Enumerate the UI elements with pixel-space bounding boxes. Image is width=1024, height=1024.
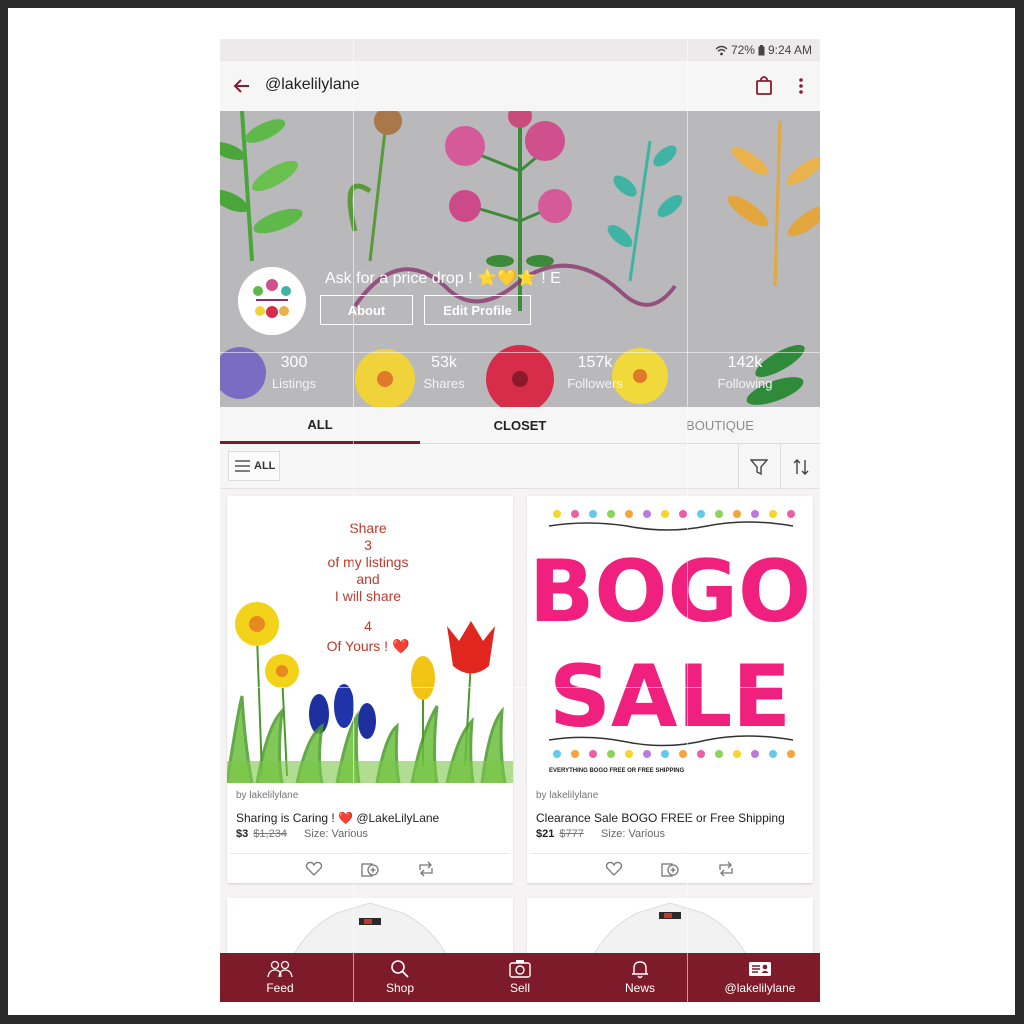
stat-label: Shares (423, 376, 465, 391)
shopping-bag-icon[interactable] (755, 75, 773, 95)
image-text-line: 4 (364, 618, 372, 634)
image-text-line: and (356, 571, 379, 587)
avatar-floral-logo (238, 267, 306, 335)
filter-icon (749, 458, 768, 475)
nav-news[interactable]: News (580, 953, 700, 1002)
stat-listings[interactable]: 300 Listings (234, 354, 354, 391)
overlay-grid-line (687, 39, 688, 1002)
nav-profile[interactable]: @lakelilylane (700, 953, 820, 1002)
back-arrow-icon[interactable] (232, 76, 252, 96)
clock: 9:24 AM (767, 43, 812, 57)
image-text-line: of my listings (328, 554, 409, 570)
stat-following[interactable]: 142k Following (685, 354, 805, 391)
stat-value: 142k (727, 354, 763, 371)
nav-label: News (624, 981, 655, 995)
listing-actions (530, 853, 810, 883)
bundle-icon[interactable] (661, 860, 679, 878)
closet-tabs: ALL CLOSET BOUTIQUE (220, 407, 820, 444)
sale-text: SALE (549, 647, 791, 747)
stat-value: 157k (577, 354, 613, 371)
image-text-line: Share (349, 520, 387, 536)
listing-size: Size: Various (304, 828, 369, 840)
image-text-line: Of Yours ! ❤️ (327, 638, 410, 654)
listing-actions (230, 853, 510, 883)
search-icon (391, 960, 409, 978)
menu-icon (235, 460, 250, 472)
profile-tagline: Ask for a price drop ! ⭐💛⭐ ! E (325, 270, 561, 287)
listing-price: $3 (236, 828, 249, 840)
profile-avatar[interactable] (238, 267, 306, 335)
image-text-line: I will share (335, 588, 401, 604)
bogo-text: BOGO (529, 542, 811, 642)
about-button[interactable]: About (320, 295, 413, 325)
nav-shop[interactable]: Shop (340, 953, 460, 1002)
tab-boutique[interactable]: BOUTIQUE (620, 407, 820, 444)
overlay-grid-line (220, 352, 820, 353)
stat-label: Followers (567, 376, 623, 391)
listing-original-price: $1,234 (253, 828, 287, 840)
listing-title[interactable]: Clearance Sale BOGO FREE or Free Shippin… (536, 811, 785, 825)
share-flowers-graphic: Share 3 of my listings and I will share … (227, 496, 513, 783)
listing-price-row: $21 $777 Size: Various (536, 828, 665, 840)
wifi-icon (715, 45, 728, 55)
feed-icon (267, 960, 293, 978)
app-bar: @lakelilylane (220, 61, 820, 111)
filter-button[interactable] (738, 444, 778, 489)
stat-label: Following (717, 376, 773, 391)
stat-label: Listings (271, 376, 317, 391)
overlay-grid-line (220, 687, 820, 688)
listing-original-price: $777 (559, 828, 584, 840)
bogo-sale-graphic: BOGO SALE EVERYTHING BOGO FREE OR FREE S… (527, 496, 813, 783)
bell-icon (632, 961, 648, 979)
battery-percent: 72% (730, 43, 755, 57)
overlay-grid-line (353, 39, 354, 1002)
listing-seller[interactable]: by lakelilylane (236, 790, 298, 801)
nav-feed[interactable]: Feed (220, 953, 340, 1002)
bogo-fineprint: EVERYTHING BOGO FREE OR FREE SHIPPING (549, 768, 684, 774)
nav-label: Shop (385, 981, 415, 995)
share-icon[interactable] (417, 860, 435, 878)
listing-image[interactable]: BOGO SALE EVERYTHING BOGO FREE OR FREE S… (527, 496, 813, 783)
listing-image[interactable]: Share 3 of my listings and I will share … (227, 496, 513, 783)
image-text-line: 3 (364, 537, 372, 553)
filter-bar: ALL (220, 444, 820, 489)
profile-card-icon (749, 962, 771, 976)
listing-title[interactable]: Sharing is Caring ! ❤️ @LakeLilyLane (236, 811, 439, 825)
tab-all[interactable]: ALL (220, 407, 420, 444)
more-vert-icon[interactable] (796, 76, 806, 96)
category-all-button[interactable]: ALL (228, 451, 280, 481)
stat-followers[interactable]: 157k Followers (535, 354, 655, 391)
sort-button[interactable] (780, 444, 820, 489)
nav-sell[interactable]: Sell (460, 953, 580, 1002)
like-icon[interactable] (305, 860, 323, 878)
phone-screen: 72% 9:24 AM @lakelilylane Ask for a pric… (220, 39, 820, 1002)
profile-handle: @lakelilylane (265, 76, 360, 93)
listing-seller[interactable]: by lakelilylane (536, 790, 598, 801)
sort-icon (793, 458, 808, 475)
listing-size: Size: Various (600, 828, 665, 840)
like-icon[interactable] (605, 860, 623, 878)
screenshot-frame: 72% 9:24 AM @lakelilylane Ask for a pric… (8, 8, 1015, 1015)
listing-price: $21 (536, 828, 555, 840)
listing-card[interactable]: BOGO SALE EVERYTHING BOGO FREE OR FREE S… (527, 496, 813, 883)
edit-profile-button[interactable]: Edit Profile (424, 295, 531, 325)
share-icon[interactable] (717, 860, 735, 878)
nav-label: Sell (509, 981, 530, 995)
listing-card[interactable]: Share 3 of my listings and I will share … (227, 496, 513, 883)
nav-label: @lakelilylane (724, 981, 796, 995)
tab-closet[interactable]: CLOSET (420, 407, 620, 444)
bottom-navigation: Feed Shop Sell News @lakelilylane (220, 953, 820, 1002)
profile-cover: Ask for a price drop ! ⭐💛⭐ ! E About Edi… (220, 111, 820, 407)
bundle-icon[interactable] (361, 860, 379, 878)
nav-label: Feed (266, 981, 294, 995)
camera-icon (509, 960, 531, 978)
stat-value: 300 (280, 354, 308, 371)
status-bar: 72% 9:24 AM (220, 39, 820, 61)
battery-icon (758, 44, 765, 55)
category-all-label: ALL (254, 460, 276, 472)
stat-shares[interactable]: 53k Shares (384, 354, 504, 391)
listing-price-row: $3 $1,234 Size: Various (236, 828, 368, 840)
stat-value: 53k (431, 354, 457, 371)
